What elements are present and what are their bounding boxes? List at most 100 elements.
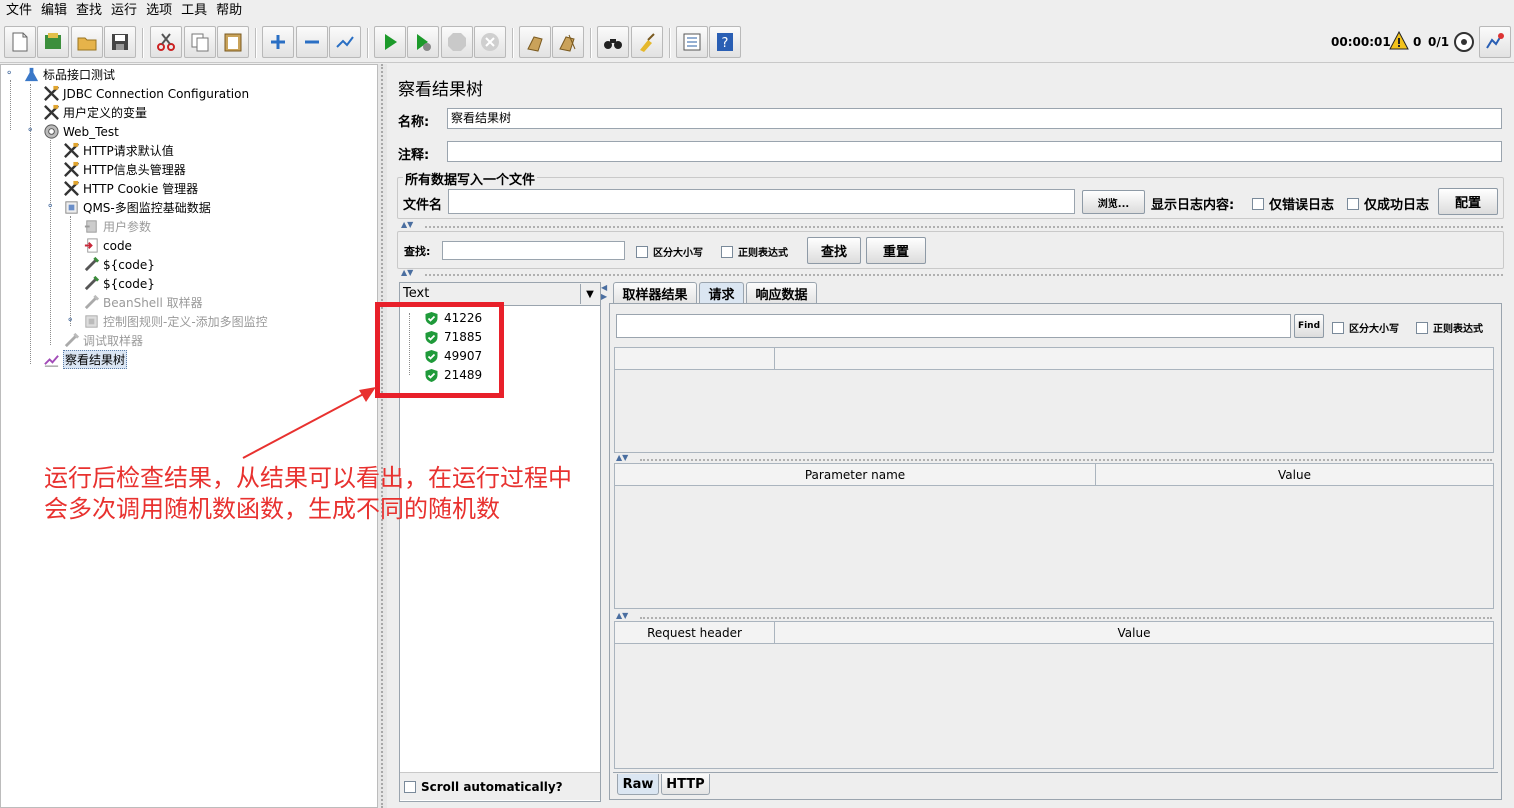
- tab-response-data[interactable]: 响应数据: [746, 282, 817, 303]
- tree-item-header-manager[interactable]: HTTP信息头管理器: [62, 160, 186, 179]
- config-icon: [42, 104, 60, 122]
- toggle-button[interactable]: [329, 26, 361, 58]
- scroll-auto-checkbox[interactable]: Scroll automatically?: [404, 780, 563, 794]
- collapse-arrows-icon[interactable]: ▲▼: [401, 220, 413, 229]
- checkbox-box: [1252, 197, 1264, 210]
- name-field[interactable]: 察看结果树: [447, 108, 1502, 129]
- tab-http[interactable]: HTTP: [661, 774, 710, 795]
- detail-regex-checkbox[interactable]: 正则表达式: [1416, 320, 1483, 335]
- active-threads: 0/1: [1428, 35, 1450, 49]
- tab-sampler-result[interactable]: 取样器结果: [613, 282, 697, 303]
- tree-item-qms-controller[interactable]: QMS-多图监控基础数据: [62, 198, 211, 217]
- detail-case-checkbox[interactable]: 区分大小写: [1332, 320, 1399, 335]
- tree-item-test-plan[interactable]: 标品接口测试: [22, 65, 115, 84]
- tree-item-user-variables[interactable]: 用户定义的变量: [42, 103, 147, 122]
- tree-line: [10, 80, 11, 130]
- tab-request[interactable]: 请求: [699, 282, 744, 303]
- tree-toggle[interactable]: ⚬: [5, 69, 14, 79]
- configure-button[interactable]: 配置: [1438, 188, 1498, 215]
- copy-icon: [191, 33, 209, 52]
- request-header-name-header[interactable]: Request header: [615, 622, 775, 644]
- tree-item-debug-sampler[interactable]: 调试取样器: [62, 331, 143, 350]
- new-button[interactable]: [4, 26, 36, 58]
- renderer-value: Text: [403, 286, 430, 301]
- tree-item-thread-group[interactable]: Web_Test: [42, 122, 119, 141]
- errors-only-checkbox[interactable]: 仅错误日志: [1252, 194, 1334, 213]
- tree-item-beanshell-sampler[interactable]: BeanShell 取样器: [82, 293, 203, 312]
- tab-raw[interactable]: Raw: [617, 774, 659, 795]
- cut-button[interactable]: [150, 26, 182, 58]
- clear-button[interactable]: [519, 26, 551, 58]
- detail-search-input[interactable]: [616, 314, 1291, 338]
- parameters-table: Parameter name Value: [614, 463, 1494, 609]
- expand-button[interactable]: [262, 26, 294, 58]
- open-button[interactable]: [71, 26, 103, 58]
- warning-icon[interactable]: [1389, 31, 1409, 51]
- config-icon: [42, 85, 60, 103]
- tree-toggle[interactable]: ⚬: [26, 126, 35, 136]
- menu-options[interactable]: 选项: [144, 0, 179, 22]
- config-icon: [62, 161, 80, 179]
- clear-all-button[interactable]: [552, 26, 584, 58]
- request-header-value-header[interactable]: Value: [775, 622, 1493, 644]
- collapse-arrows-icon[interactable]: ▲▼: [616, 453, 628, 462]
- save-button[interactable]: [104, 26, 136, 58]
- templates-button[interactable]: [37, 26, 69, 58]
- shutdown-button[interactable]: [474, 26, 506, 58]
- reset-button[interactable]: 重置: [866, 237, 926, 264]
- function-helper-icon: [683, 33, 701, 51]
- chevron-down-icon[interactable]: ▼: [580, 284, 599, 304]
- start-no-pause-button[interactable]: [407, 26, 439, 58]
- stop-button[interactable]: [441, 26, 473, 58]
- param-value-header[interactable]: Value: [1096, 464, 1493, 486]
- collapse-arrows-icon[interactable]: ▲▼: [401, 268, 413, 277]
- menu-edit[interactable]: 编辑: [39, 0, 74, 22]
- log-viewer-button[interactable]: [1479, 26, 1511, 58]
- tree-item-code-sampler-2[interactable]: ${code}: [82, 274, 155, 293]
- log-viewer-icon: [1486, 33, 1504, 49]
- tree-item-http-defaults[interactable]: HTTP请求默认值: [62, 141, 174, 160]
- paste-button[interactable]: [217, 26, 249, 58]
- menu-run[interactable]: 运行: [109, 0, 144, 22]
- checkbox-box: [1416, 321, 1428, 334]
- menu-bar: 文件 编辑 查找 运行 选项 工具 帮助: [0, 0, 1514, 22]
- copy-button[interactable]: [184, 26, 216, 58]
- reset-search-button[interactable]: [631, 26, 663, 58]
- filename-field[interactable]: [448, 189, 1075, 214]
- success-only-checkbox[interactable]: 仅成功日志: [1347, 194, 1429, 213]
- search-regex-checkbox[interactable]: 正则表达式: [721, 244, 788, 259]
- tree-item-user-parameters[interactable]: 用户参数: [82, 217, 151, 236]
- tree-item-cookie-manager[interactable]: HTTP Cookie 管理器: [62, 179, 198, 198]
- tree-item-code[interactable]: code: [82, 236, 132, 255]
- search-input[interactable]: [442, 241, 625, 260]
- collapse-button[interactable]: [296, 26, 328, 58]
- start-button[interactable]: [374, 26, 406, 58]
- function-helper-button[interactable]: [676, 26, 708, 58]
- annotation-text: 运行后检查结果，从结果可以看出，在运行过程中 会多次调用随机数函数，生成不同的随…: [44, 463, 572, 525]
- open-icon: [77, 37, 97, 51]
- menu-help[interactable]: 帮助: [214, 0, 249, 22]
- search-case-checkbox[interactable]: 区分大小写: [636, 244, 703, 259]
- filename-label: 文件名: [403, 198, 443, 213]
- detail-find-button[interactable]: Find: [1294, 314, 1324, 338]
- tree-toggle[interactable]: ⚬: [66, 316, 75, 326]
- find-button[interactable]: 查找: [807, 237, 861, 264]
- menu-tools[interactable]: 工具: [179, 0, 214, 22]
- tree-item-code-sampler-1[interactable]: ${code}: [82, 255, 155, 274]
- help-button[interactable]: ?: [709, 26, 741, 58]
- tree-item-view-results-tree[interactable]: 察看结果树: [42, 350, 128, 369]
- tree-toggle[interactable]: ⚬: [46, 202, 55, 212]
- menu-search[interactable]: 查找: [74, 0, 109, 22]
- browse-button[interactable]: 浏览...: [1082, 190, 1145, 214]
- search-button[interactable]: [597, 26, 629, 58]
- search-label: 查找:: [404, 245, 431, 258]
- param-name-header[interactable]: Parameter name: [615, 464, 1096, 486]
- tree-item-jdbc-config[interactable]: JDBC Connection Configuration: [42, 84, 249, 103]
- cut-icon: [157, 33, 175, 51]
- collapse-arrows-icon[interactable]: ▲▼: [616, 611, 628, 620]
- split-arrows-icon[interactable]: ◀ ▶: [601, 283, 607, 301]
- comment-field[interactable]: [447, 141, 1502, 162]
- remote-status-icon[interactable]: [1453, 31, 1475, 53]
- menu-file[interactable]: 文件: [4, 0, 39, 22]
- tree-item-control-chart-controller[interactable]: 控制图规则-定义-添加多图监控: [82, 312, 268, 331]
